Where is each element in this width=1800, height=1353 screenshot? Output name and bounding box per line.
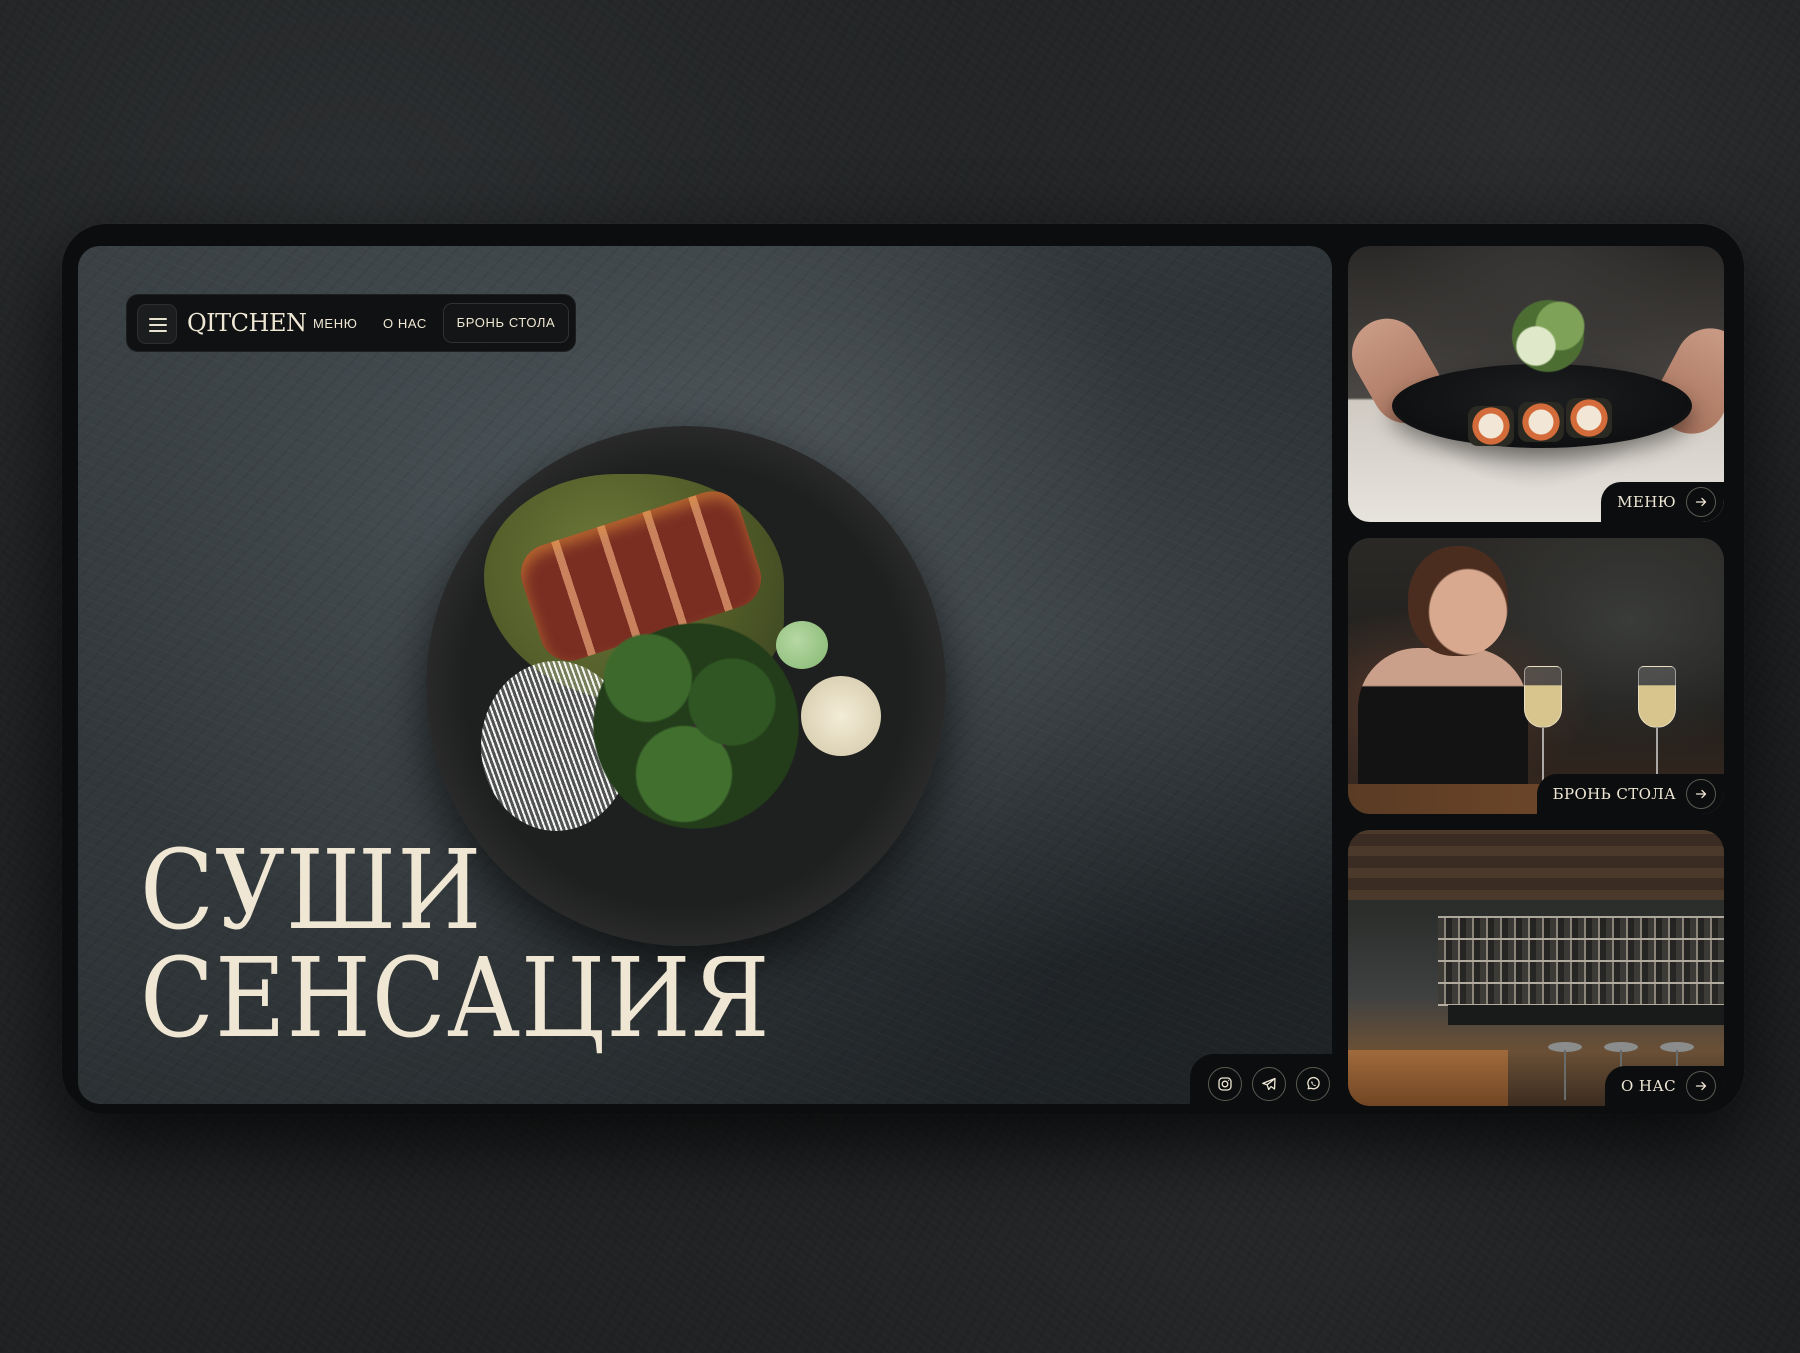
hero-title-line-2: СЕНСАЦИЯ	[140, 934, 771, 1062]
hero-title: СУШИ СЕНСАЦИЯ	[140, 826, 771, 1062]
arrow-right-icon[interactable]	[1686, 779, 1716, 809]
wasabi	[776, 621, 828, 669]
about-card-label[interactable]: О НАС	[1605, 1066, 1724, 1106]
menu-card-text: МЕНЮ	[1617, 493, 1676, 511]
arrow-right-icon[interactable]	[1686, 1071, 1716, 1101]
about-card[interactable]: О НАС	[1348, 830, 1724, 1106]
booking-card-text: БРОНЬ СТОЛА	[1552, 785, 1676, 803]
nav-link-menu[interactable]: МЕНЮ	[313, 316, 357, 331]
booking-card[interactable]: БРОНЬ СТОЛА	[1348, 538, 1724, 814]
sushi-roll	[1468, 406, 1514, 446]
arrow-right-icon[interactable]	[1686, 487, 1716, 517]
bar-stool	[1604, 1042, 1638, 1100]
booking-card-label[interactable]: БРОНЬ СТОЛА	[1536, 774, 1724, 814]
bar-counter	[1448, 1005, 1724, 1025]
bar-stool	[1548, 1042, 1582, 1100]
hamburger-menu-button[interactable]	[137, 304, 177, 344]
hero-title-line-1: СУШИ	[140, 826, 483, 954]
sushi-roll	[1566, 398, 1612, 438]
instagram-icon[interactable]	[1208, 1067, 1242, 1101]
sushi-roll	[1518, 402, 1564, 442]
nav-link-about[interactable]: О НАС	[383, 316, 427, 331]
bar-shelves	[1438, 916, 1724, 1006]
about-card-text: О НАС	[1621, 1077, 1676, 1095]
telegram-icon[interactable]	[1252, 1067, 1286, 1101]
dining-table	[1348, 1050, 1508, 1106]
ginger	[801, 676, 881, 756]
menu-card-label[interactable]: МЕНЮ	[1601, 482, 1724, 522]
woman-head	[1408, 546, 1508, 656]
logo[interactable]: QITCHEN	[187, 309, 307, 337]
bar-stool	[1660, 1042, 1694, 1100]
microgreens	[1488, 286, 1608, 386]
menu-card[interactable]: МЕНЮ	[1348, 246, 1724, 522]
whatsapp-icon[interactable]	[1296, 1067, 1330, 1101]
nav-booking-button[interactable]: БРОНЬ СТОЛА	[443, 303, 569, 343]
top-nav: QITCHEN МЕНЮ О НАС БРОНЬ СТОЛА	[126, 294, 576, 352]
